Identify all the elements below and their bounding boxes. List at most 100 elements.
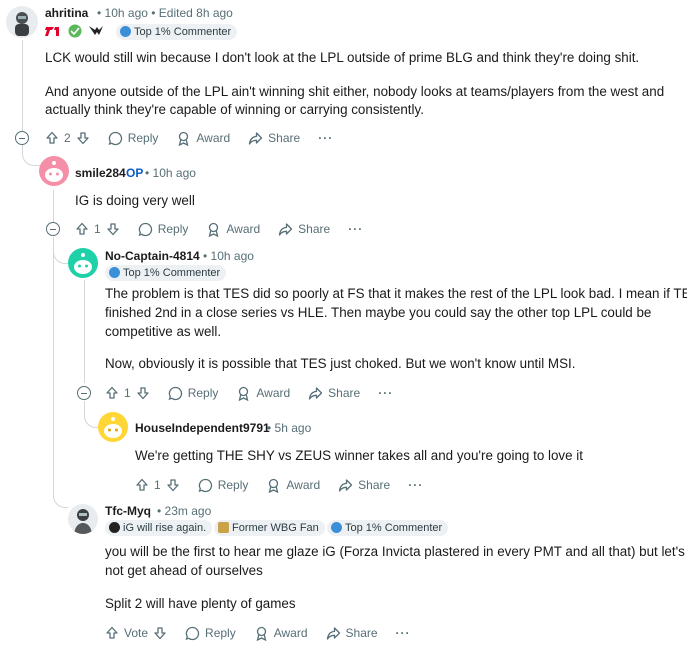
downvote-icon[interactable] [106,222,120,236]
avatar[interactable] [68,504,98,534]
share-button[interactable]: Share [338,478,390,493]
more-icon: ··· [408,478,424,492]
reply-button[interactable]: Reply [185,626,236,641]
comment-body-line: Split 2 will have plenty of games [105,596,296,611]
snoo-avatar-icon [74,253,92,274]
user-avatar-icon [15,12,29,36]
vote-group: 1 [75,222,120,236]
more-icon: ··· [395,626,411,640]
award-button[interactable]: Award [266,478,320,493]
reply-button[interactable]: Reply [168,386,218,401]
downvote-icon[interactable] [136,386,150,400]
share-button[interactable]: Share [326,626,378,641]
wbg-logo-icon [218,522,229,533]
more-options-button[interactable]: ··· [318,131,333,145]
reply-button[interactable]: Reply [198,478,248,493]
thread-branch-4 [84,401,99,428]
share-button[interactable]: Share [278,222,330,237]
vote-group: 2 [45,131,90,145]
comment-meta: • 10h ago • Edited 8h ago [97,6,233,20]
more-options-button[interactable]: ··· [396,626,411,640]
comment-body-line: IG is doing very well [75,193,195,208]
username[interactable]: ahritina [45,6,88,20]
comment-body-line: not get ahead of ourselves [105,563,263,578]
timestamp: 10h ago [152,166,196,180]
award-icon [238,386,249,401]
share-icon [249,131,263,145]
vote-count: 1 [154,478,161,492]
upvote-icon[interactable] [135,478,149,492]
username[interactable]: smile284 [75,166,126,180]
award-button[interactable]: Award [236,386,290,401]
wbg-logo-icon [68,24,82,38]
award-icon [178,131,189,146]
thread-line-2 [53,190,54,226]
comment-body-line: you will be the first to hear me glaze i… [105,544,685,559]
flair-badge: Top 1% Commenter [105,265,227,281]
thread-line-3 [84,280,85,383]
share-icon [326,626,340,640]
thread-branch-3 [53,237,68,508]
ig-logo-icon [109,522,120,533]
avatar[interactable] [6,6,38,38]
comment-body-line: Now, obviously it is possible that TES j… [105,356,576,371]
more-icon: ··· [378,386,394,400]
lgd-logo-icon [89,26,103,35]
flair-icons [45,23,104,39]
share-icon [339,478,353,492]
collapse-thread-button[interactable] [77,386,91,400]
speech-bubble-icon [198,478,212,492]
comment-actions: 1 Reply Award Share ··· [135,475,441,495]
collapse-thread-button[interactable] [46,222,60,236]
comment-body-line: actually think they're capable of winnin… [45,102,424,117]
username[interactable]: No-Captain-4814 [105,249,200,263]
vote-label: Vote [124,626,149,640]
timestamp: 10h ago [210,249,254,263]
collapse-thread-button[interactable] [15,131,29,145]
reply-button[interactable]: Reply [138,222,188,237]
share-button[interactable]: Share [308,386,360,401]
top-commenter-icon [331,522,342,533]
share-button[interactable]: Share [248,131,300,146]
username[interactable]: Tfc-Myq [105,504,151,518]
comment-meta: • 23m ago [157,504,212,518]
speech-bubble-icon [108,131,122,145]
comment-body-line: And anyone outside of the LPL ain't winn… [45,84,665,99]
comment-body-line: We're getting THE SHY vs ZEUS winner tak… [135,448,583,463]
speech-bubble-icon [185,626,200,640]
top-commenter-icon [109,267,120,278]
award-button[interactable]: Award [206,222,260,237]
more-options-button[interactable]: ··· [408,478,423,492]
snoo-avatar-icon [45,161,63,182]
speech-bubble-icon [168,386,182,400]
share-icon [309,386,323,400]
upvote-icon[interactable] [105,386,119,400]
award-button[interactable]: Award [254,626,308,641]
reply-button[interactable]: Reply [108,131,158,146]
timestamp: 5h ago [274,421,312,435]
upvote-icon[interactable] [75,222,89,236]
award-icon [256,626,267,641]
avatar[interactable] [39,156,69,186]
award-icon [208,222,219,237]
more-options-button[interactable]: ··· [348,222,363,236]
flair-badge: Top 1% Commenter [327,520,449,536]
upvote-icon[interactable] [105,626,119,640]
timestamp: 10h ago • Edited 8h ago [104,6,233,20]
downvote-icon[interactable] [166,478,180,492]
speech-bubble-icon [138,222,152,236]
more-icon: ··· [348,222,364,236]
avatar[interactable] [98,412,128,442]
upvote-icon[interactable] [45,131,59,145]
downvote-icon[interactable] [153,626,167,640]
thread-branch-1 [22,145,41,166]
avatar[interactable] [68,248,98,278]
top-commenter-icon [120,26,131,37]
more-icon: ··· [318,131,334,145]
comment-meta: • 10h ago [203,249,254,263]
award-button[interactable]: Award [176,131,230,146]
snoo-avatar-icon [104,417,122,438]
downvote-icon[interactable] [76,131,90,145]
username[interactable]: HouseIndependent9791 [135,421,270,435]
more-options-button[interactable]: ··· [378,386,393,400]
